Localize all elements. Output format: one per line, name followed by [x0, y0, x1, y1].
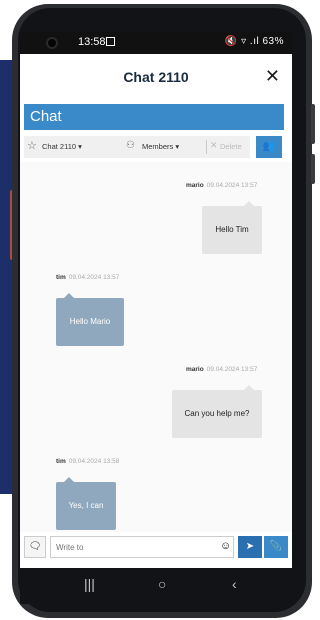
message-bubble: Hello Tim [202, 201, 262, 254]
status-time: 13:58 [78, 36, 106, 48]
modal-header: Chat 2110 ✕ [20, 54, 292, 102]
delete-button[interactable]: Delete [220, 142, 242, 151]
android-navbar: ||| ○ ‹ [20, 568, 292, 604]
power-button [311, 154, 315, 184]
app-screen: Chat 2110 ✕ Chat ☆ Chat 2110 ▾ ⚇ Members… [20, 32, 292, 576]
image-notification-icon [106, 37, 115, 46]
star-icon[interactable]: ☆ [27, 139, 37, 152]
message-list: mario 09.04.2024 13:57 Hello Tim tim 09.04… [20, 162, 292, 532]
volume-button [311, 104, 315, 144]
message-meta: mario 09.04.2024 13:57 [186, 182, 258, 189]
status-icons: 🔇 ▿ .ıl 63% [224, 36, 284, 47]
chat-selector[interactable]: Chat 2110 ▾ [42, 142, 82, 151]
message-bubble: Hello Mario [56, 293, 124, 346]
members-dropdown[interactable]: Members ▾ [142, 142, 179, 151]
toolbar-divider [206, 140, 207, 154]
close-button[interactable]: ✕ [265, 66, 280, 87]
status-bar: 13:58 🔇 ▿ .ıl 63% [20, 32, 292, 54]
chat-section-title: Chat [24, 104, 284, 130]
send-button[interactable]: ➤ [238, 536, 262, 558]
back-button[interactable]: ‹ [232, 576, 237, 592]
emoji-icon[interactable]: ☺ [220, 540, 231, 552]
camera-icon [46, 37, 58, 49]
users-button[interactable]: 👥 [256, 136, 282, 158]
message-meta: tim 09.04.2024 13:57 [56, 274, 120, 281]
message-input[interactable] [50, 536, 234, 558]
chat-toolbar: ☆ Chat 2110 ▾ ⚇ Members ▾ ✕ Delete [24, 136, 250, 158]
message-meta: mario 09.04.2024 13:57 [186, 366, 258, 373]
attach-icon[interactable]: 📎 [264, 536, 288, 558]
comment-icon[interactable]: 🗨 [24, 536, 46, 558]
page-title: Chat 2110 [123, 69, 189, 85]
recent-apps-button[interactable]: ||| [84, 576, 95, 592]
delete-icon: ✕ [210, 140, 218, 150]
message-bubble: Can you help me? [172, 385, 262, 438]
message-bubble: Yes, I can [56, 477, 116, 530]
message-meta: tim 09.04.2024 13:58 [56, 458, 120, 465]
members-icon: ⚇ [126, 140, 135, 151]
home-button[interactable]: ○ [158, 576, 166, 592]
message-composer: 🗨 ☺ ➤ 📎 [24, 536, 288, 558]
